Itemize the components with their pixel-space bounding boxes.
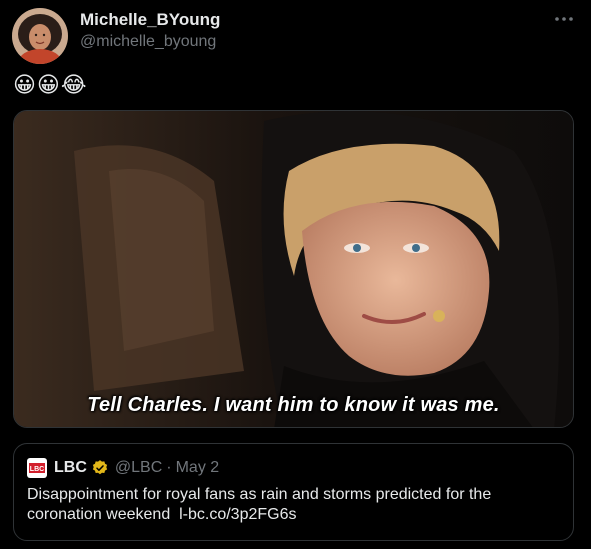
quoted-tweet-link[interactable]: l-bc.co/3p2FG6s — [179, 506, 296, 523]
quoted-tweet-header: LBC LBC @LBC · May 2 — [27, 457, 219, 479]
separator-dot: · — [166, 459, 172, 476]
quoted-tweet-text: Disappointment for royal fans as rain an… — [27, 485, 562, 525]
author-handle[interactable]: @michelle_byoung — [80, 33, 216, 51]
tweet-media[interactable]: Tell Charles. I want him to know it was … — [13, 110, 574, 428]
lbc-logo: LBC — [27, 458, 47, 478]
tweet-text: 😀😀😂 — [13, 72, 88, 97]
quoted-author-handle: @LBC — [114, 459, 163, 476]
media-caption: Tell Charles. I want him to know it was … — [87, 394, 500, 416]
author-display-name[interactable]: Michelle_BYoung — [80, 10, 220, 30]
quoted-tweet-date[interactable]: May 2 — [176, 459, 220, 477]
avatar[interactable] — [12, 8, 68, 64]
lbc-logo-text: LBC — [30, 466, 44, 473]
media-image — [14, 111, 573, 427]
avatar-image — [12, 8, 68, 64]
tweet: Michelle_BYoung @michelle_byoung 😀😀😂 Tel… — [0, 0, 591, 549]
verified-badge-icon — [92, 460, 108, 475]
quoted-tweet[interactable]: LBC LBC @LBC · May 2 Disappointment for … — [13, 443, 574, 541]
more-horizontal-icon[interactable] — [551, 6, 577, 32]
quoted-author-name: LBC — [54, 459, 87, 476]
